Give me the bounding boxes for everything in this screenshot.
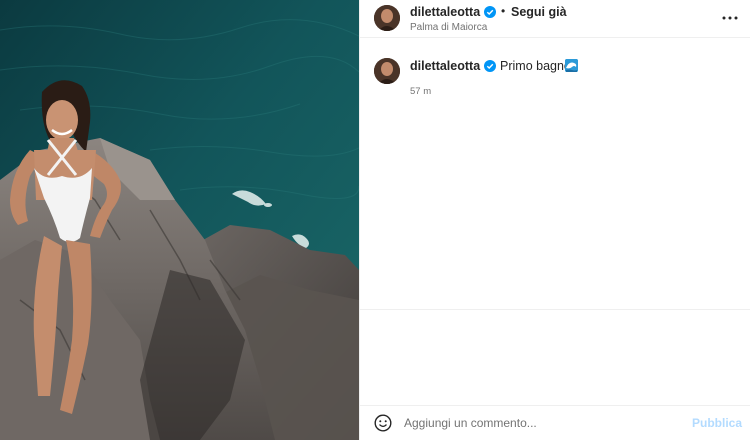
- photo-beach-rocks: [0, 0, 359, 440]
- post-location[interactable]: Palma di Maiorca: [410, 22, 487, 33]
- post-header: dilettaleotta • Segui già Palma di Maior…: [360, 0, 750, 38]
- water-wave-icon: [565, 59, 578, 72]
- post-caption: dilettaleotta Primo bagno 57 m: [360, 52, 750, 112]
- post-timestamp[interactable]: 57 m: [410, 86, 431, 97]
- comment-bar: Pubblica: [360, 405, 750, 440]
- author-username[interactable]: dilettaleotta: [410, 5, 480, 19]
- publish-button[interactable]: Pubblica: [692, 416, 742, 430]
- comment-input[interactable]: [404, 413, 654, 433]
- instagram-post: dilettaleotta • Segui già Palma di Maior…: [0, 0, 750, 440]
- emoji-icon[interactable]: [374, 414, 392, 432]
- caption-username[interactable]: dilettaleotta: [410, 59, 480, 73]
- follow-status-button[interactable]: Segui già: [511, 5, 567, 19]
- section-divider: [360, 309, 750, 310]
- caption-text: Primo bagno: [500, 59, 571, 73]
- caption-avatar[interactable]: [374, 58, 400, 84]
- post-photo[interactable]: [0, 0, 359, 440]
- separator-dot: •: [501, 4, 506, 18]
- verified-badge-icon: [484, 6, 496, 18]
- author-avatar[interactable]: [374, 5, 400, 31]
- verified-badge-icon: [484, 60, 496, 72]
- post-details-panel: dilettaleotta • Segui già Palma di Maior…: [359, 0, 750, 440]
- more-options-icon[interactable]: [720, 8, 740, 28]
